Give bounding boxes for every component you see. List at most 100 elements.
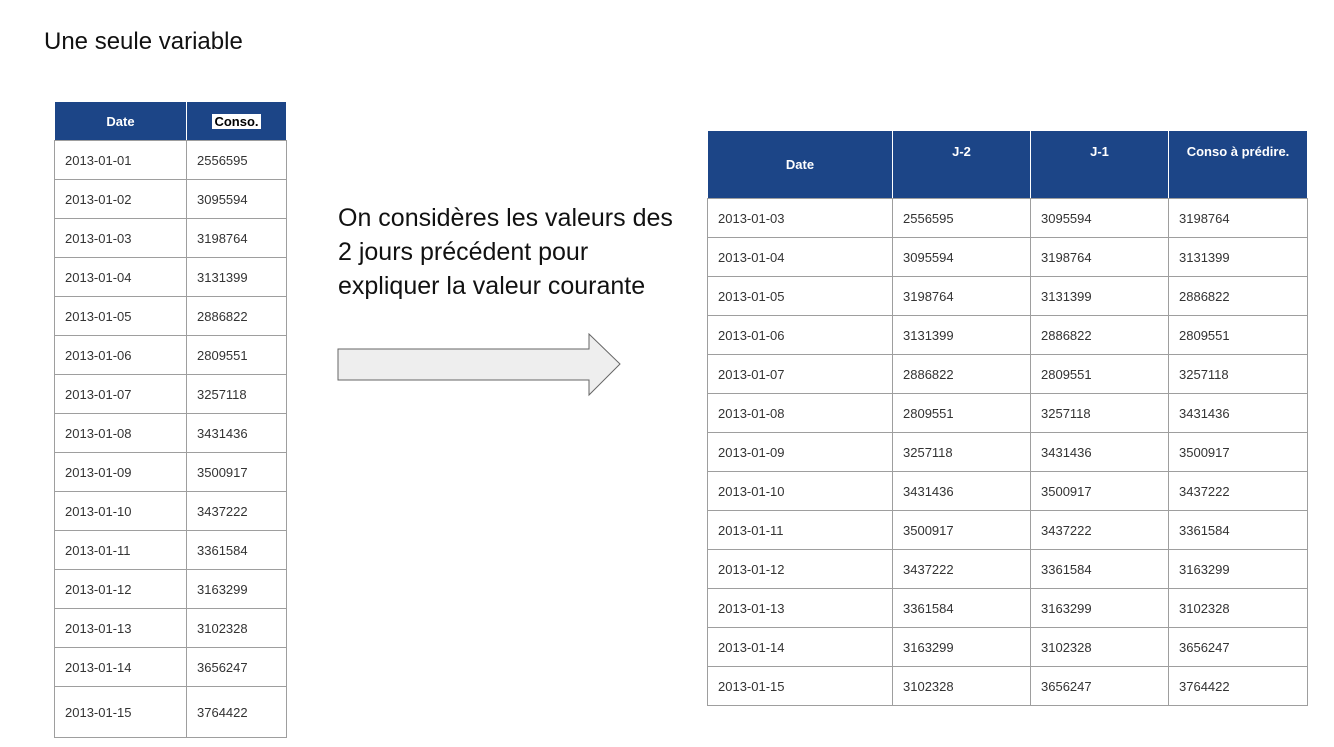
table-row: 2013-01-01 2556595 xyxy=(54,140,287,180)
date-cell: 2013-01-01 xyxy=(54,140,187,180)
date-cell: 2013-01-10 xyxy=(54,491,187,531)
date-cell: 2013-01-06 xyxy=(54,335,187,375)
table-row: 2013-01-13 3361584 3163299 3102328 xyxy=(707,588,1308,628)
date-cell: 2013-01-13 xyxy=(54,608,187,648)
table-row: 2013-01-07 3257118 xyxy=(54,374,287,414)
table-row: 2013-01-14 3656247 xyxy=(54,647,287,687)
column-header-j-2: J-2 xyxy=(892,130,1031,199)
conso-a-predire-cell: 3361584 xyxy=(1168,510,1308,550)
j-2-cell: 3198764 xyxy=(892,276,1031,316)
conso-cell: 3257118 xyxy=(186,374,287,414)
date-cell: 2013-01-09 xyxy=(707,432,893,472)
j-1-cell: 3257118 xyxy=(1030,393,1169,433)
table-row: 2013-01-06 3131399 2886822 2809551 xyxy=(707,315,1308,355)
j-2-cell: 3437222 xyxy=(892,549,1031,589)
j-2-cell: 3102328 xyxy=(892,666,1031,706)
conso-a-predire-cell: 3500917 xyxy=(1168,432,1308,472)
table-row: 2013-01-10 3437222 xyxy=(54,491,287,531)
conso-cell: 3361584 xyxy=(186,530,287,570)
conso-cell: 3431436 xyxy=(186,413,287,453)
j-2-cell: 3431436 xyxy=(892,471,1031,511)
conso-cell: 2809551 xyxy=(186,335,287,375)
date-cell: 2013-01-05 xyxy=(54,296,187,336)
conso-cell: 3764422 xyxy=(186,686,287,738)
conso-a-predire-cell: 3257118 xyxy=(1168,354,1308,394)
table-row: 2013-01-03 2556595 3095594 3198764 xyxy=(707,198,1308,238)
conso-a-predire-cell: 3163299 xyxy=(1168,549,1308,589)
table-row: 2013-01-06 2809551 xyxy=(54,335,287,375)
conso-a-predire-cell: 3437222 xyxy=(1168,471,1308,511)
conso-a-predire-cell: 3198764 xyxy=(1168,198,1308,238)
table-row: 2013-01-14 3163299 3102328 3656247 xyxy=(707,627,1308,667)
j-1-cell: 3500917 xyxy=(1030,471,1169,511)
right-arrow-icon xyxy=(337,333,621,397)
date-cell: 2013-01-10 xyxy=(707,471,893,511)
column-header-date: Date xyxy=(707,130,893,199)
conso-cell: 3198764 xyxy=(186,218,287,258)
date-cell: 2013-01-14 xyxy=(54,647,187,687)
conso-cell: 3095594 xyxy=(186,179,287,219)
table-row: 2013-01-07 2886822 2809551 3257118 xyxy=(707,354,1308,394)
j-2-cell: 2886822 xyxy=(892,354,1031,394)
j-1-cell: 3131399 xyxy=(1030,276,1169,316)
j-1-cell: 3656247 xyxy=(1030,666,1169,706)
table-row: 2013-01-15 3764422 xyxy=(54,686,287,738)
date-cell: 2013-01-15 xyxy=(707,666,893,706)
j-1-cell: 2886822 xyxy=(1030,315,1169,355)
conso-a-predire-cell: 3656247 xyxy=(1168,627,1308,667)
j-2-cell: 3500917 xyxy=(892,510,1031,550)
table-row: 2013-01-03 3198764 xyxy=(54,218,287,258)
j-1-cell: 3437222 xyxy=(1030,510,1169,550)
date-cell: 2013-01-09 xyxy=(54,452,187,492)
conso-a-predire-cell: 3764422 xyxy=(1168,666,1308,706)
conso-cell: 3163299 xyxy=(186,569,287,609)
date-cell: 2013-01-15 xyxy=(54,686,187,738)
conso-cell: 3102328 xyxy=(186,608,287,648)
date-cell: 2013-01-02 xyxy=(54,179,187,219)
table-row: 2013-01-04 3095594 3198764 3131399 xyxy=(707,237,1308,277)
conso-cell: 2886822 xyxy=(186,296,287,336)
table-header-row: Date J-2 J-1 Conso à prédire. xyxy=(707,130,1308,199)
table-row: 2013-01-05 2886822 xyxy=(54,296,287,336)
lagged-table: Date J-2 J-1 Conso à prédire. 2013-01-03… xyxy=(707,130,1308,706)
conso-a-predire-cell: 3431436 xyxy=(1168,393,1308,433)
conso-a-predire-cell: 2809551 xyxy=(1168,315,1308,355)
j-2-cell: 2556595 xyxy=(892,198,1031,238)
date-cell: 2013-01-12 xyxy=(707,549,893,589)
column-header-conso: Conso. xyxy=(186,101,287,141)
source-table: Date Conso. 2013-01-01 2556595 2013-01-02 3… xyxy=(54,101,287,738)
table-row: 2013-01-08 2809551 3257118 3431436 xyxy=(707,393,1308,433)
date-cell: 2013-01-04 xyxy=(707,237,893,277)
j-1-cell: 3095594 xyxy=(1030,198,1169,238)
j-2-cell: 3095594 xyxy=(892,237,1031,277)
table-row: 2013-01-04 3131399 xyxy=(54,257,287,297)
explanation-text: On considères les valeurs des 2 jours pr… xyxy=(338,204,673,300)
conso-a-predire-cell: 3102328 xyxy=(1168,588,1308,628)
j-2-cell: 3257118 xyxy=(892,432,1031,472)
date-cell: 2013-01-11 xyxy=(707,510,893,550)
date-cell: 2013-01-07 xyxy=(54,374,187,414)
j-1-cell: 3198764 xyxy=(1030,237,1169,277)
table-row: 2013-01-08 3431436 xyxy=(54,413,287,453)
table-row: 2013-01-10 3431436 3500917 3437222 xyxy=(707,471,1308,511)
j-1-cell: 3431436 xyxy=(1030,432,1169,472)
table-row: 2013-01-02 3095594 xyxy=(54,179,287,219)
column-header-date: Date xyxy=(54,101,187,141)
column-header-conso-a-predire: Conso à prédire. xyxy=(1168,130,1308,199)
date-cell: 2013-01-08 xyxy=(707,393,893,433)
conso-cell: 3131399 xyxy=(186,257,287,297)
date-cell: 2013-01-11 xyxy=(54,530,187,570)
date-cell: 2013-01-03 xyxy=(707,198,893,238)
column-header-conso-label: Conso. xyxy=(212,113,261,129)
j-2-cell: 3163299 xyxy=(892,627,1031,667)
j-1-cell: 3102328 xyxy=(1030,627,1169,667)
table-row: 2013-01-11 3500917 3437222 3361584 xyxy=(707,510,1308,550)
conso-cell: 3656247 xyxy=(186,647,287,687)
slide-title: Une seule variable xyxy=(44,28,243,55)
table-row: 2013-01-15 3102328 3656247 3764422 xyxy=(707,666,1308,706)
date-cell: 2013-01-04 xyxy=(54,257,187,297)
j-2-cell: 2809551 xyxy=(892,393,1031,433)
column-header-j-1: J-1 xyxy=(1030,130,1169,199)
conso-cell: 3437222 xyxy=(186,491,287,531)
conso-a-predire-cell: 2886822 xyxy=(1168,276,1308,316)
